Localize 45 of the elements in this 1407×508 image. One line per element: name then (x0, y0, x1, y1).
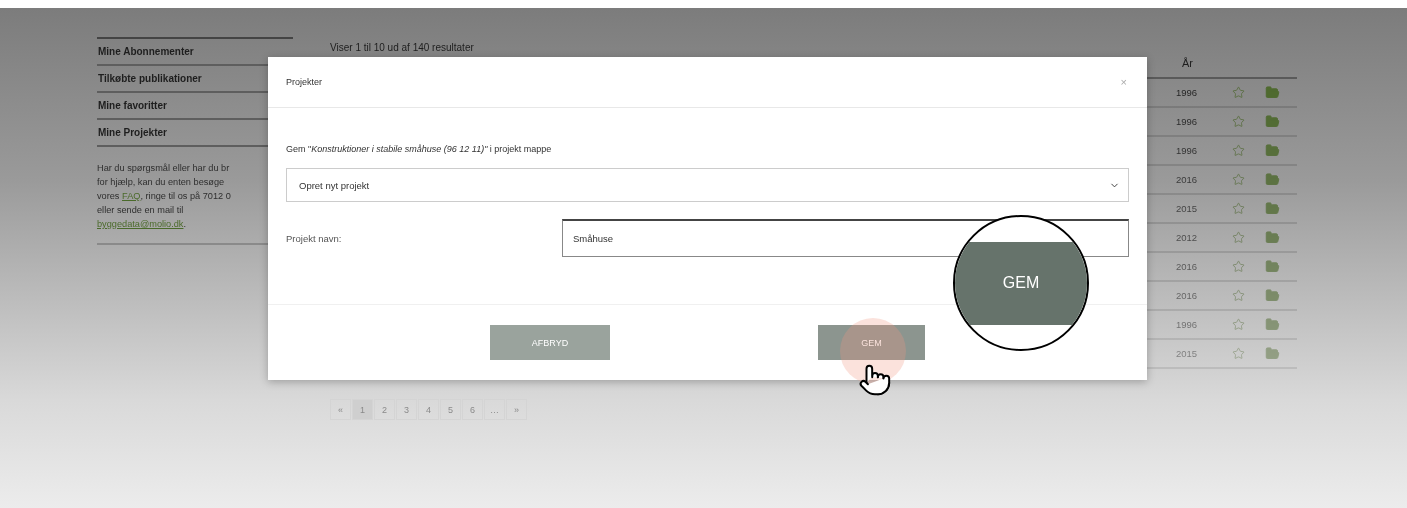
results-summary: Viser 1 til 10 ud af 140 resultater (330, 41, 475, 55)
page-link[interactable]: 1 (352, 399, 373, 420)
save-prompt: Gem "Konstruktioner i stabile småhuse (96 12 11)" i projekt mappe (286, 144, 553, 154)
folder-icon[interactable] (1264, 346, 1280, 361)
star-icon[interactable] (1231, 231, 1245, 244)
star-icon[interactable] (1231, 115, 1245, 128)
page-link[interactable]: 6 (462, 399, 483, 420)
folder-icon[interactable] (1264, 230, 1280, 245)
star-icon[interactable] (1231, 144, 1245, 157)
year-cell-text: 1996 (1176, 145, 1199, 156)
year-cell-text: 1996 (1176, 319, 1199, 330)
year-cell-text: 1996 (1176, 116, 1199, 127)
folder-icon[interactable] (1264, 114, 1280, 129)
column-header: År (1181, 57, 1194, 71)
year-cell-text: 1996 (1176, 87, 1199, 98)
star-icon[interactable] (1231, 260, 1245, 273)
year-cell-text: 2015 (1176, 203, 1199, 214)
year-cell-text: 2016 (1176, 261, 1199, 272)
page-link[interactable]: 4 (418, 399, 439, 420)
close-button[interactable]: × (1120, 76, 1127, 88)
page-link[interactable]: 3 (396, 399, 417, 420)
cancel-button[interactable]: AFBRYD (490, 325, 610, 360)
page-link[interactable]: … (484, 399, 505, 420)
folder-icon[interactable] (1264, 288, 1280, 303)
page-link[interactable]: « (330, 399, 351, 420)
star-icon[interactable] (1231, 289, 1245, 302)
year-cell-text: 2016 (1176, 290, 1199, 301)
folder-icon[interactable] (1264, 201, 1280, 216)
folder-icon[interactable] (1264, 259, 1280, 274)
star-icon[interactable] (1231, 202, 1245, 215)
year-cell-text: 2016 (1176, 174, 1199, 185)
page-link[interactable]: 5 (440, 399, 461, 420)
save-button[interactable]: GEM (818, 325, 925, 360)
star-icon[interactable] (1231, 318, 1245, 331)
folder-icon[interactable] (1264, 172, 1280, 187)
star-icon[interactable] (1231, 86, 1245, 99)
folder-icon[interactable] (1264, 143, 1280, 158)
page-link[interactable]: 2 (374, 399, 395, 420)
year-cell-text: 2015 (1176, 348, 1199, 359)
page-link[interactable]: » (506, 399, 527, 420)
folder-icon[interactable] (1264, 317, 1280, 332)
year-cell-text: 2012 (1176, 232, 1199, 243)
star-icon[interactable] (1231, 173, 1245, 186)
project-select[interactable]: Opret nyt projekt (286, 168, 1129, 202)
folder-icon[interactable] (1264, 85, 1280, 100)
